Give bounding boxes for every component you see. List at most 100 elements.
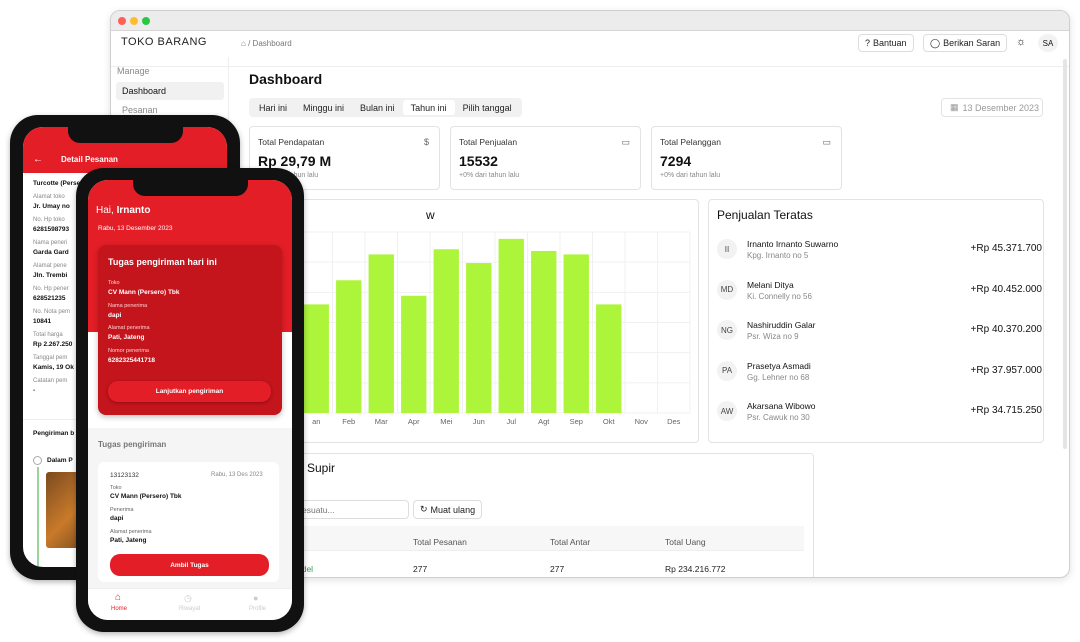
today-date: Rabu, 13 Desember 2023 <box>98 225 173 232</box>
continue-delivery-button[interactable]: Lanjutkan pengiriman <box>108 381 271 402</box>
card-icon: ▭ <box>822 137 831 147</box>
x-tick-label: Jun <box>473 417 485 426</box>
top-sales-title: Penjualan Teratas <box>717 208 813 222</box>
task-date: Rabu, 13 Des 2023 <box>211 472 263 478</box>
feedback-button[interactable]: ◯ Berikan Saran <box>923 34 1008 52</box>
home-icon[interactable]: ⌂ <box>115 592 121 603</box>
today-field-value: CV Mann (Persero) Tbk <box>108 289 180 296</box>
top-seller-row[interactable]: PA Prasetya Asmadi Gg. Lehner no 68 +Rp 37.… <box>717 360 1042 401</box>
field-value: 628521235 <box>33 295 66 302</box>
seller-avatar: AW <box>717 401 737 421</box>
driver-search-input[interactable] <box>291 500 409 519</box>
task-id: 13123132 <box>110 472 139 479</box>
nav-home[interactable]: Home <box>111 606 127 612</box>
field-label: No. Nota pem <box>33 309 71 315</box>
stat-label: Total Pendapatan <box>258 137 325 147</box>
refresh-icon: ↻ <box>420 504 428 514</box>
top-seller-row[interactable]: II Irnanto Irnanto Suwarno Kpg. Irnanto no… <box>717 239 1042 279</box>
theme-toggle-icon[interactable]: ☼ <box>1016 36 1026 48</box>
tab-bulan-ini[interactable]: Bulan ini <box>352 100 403 115</box>
phone-front: Hai, Irnanto Rabu, 13 Desember 2023 Tuga… <box>76 168 304 632</box>
avatar[interactable]: SA <box>1038 34 1058 52</box>
phone-notch <box>68 127 183 143</box>
task-field-label: Penerima <box>110 507 134 513</box>
help-label: Bantuan <box>873 38 907 48</box>
today-field-label: Toko <box>108 280 120 286</box>
scrollbar[interactable] <box>1063 59 1067 449</box>
back-arrow-icon[interactable]: ← <box>33 154 43 165</box>
seller-avatar: NG <box>717 320 737 340</box>
task-field-label: Alamat penerima <box>110 529 152 535</box>
x-tick-label: Sep <box>570 417 583 426</box>
col-total-pesanan: Total Pesanan <box>413 537 467 547</box>
field-label: No. Hp toko <box>33 217 65 223</box>
tab-tahun-ini[interactable]: Tahun ini <box>402 100 455 115</box>
user-name: Irnanto <box>116 205 151 216</box>
x-tick-label: Nov <box>635 417 649 426</box>
date-picker[interactable]: ▦ 13 Desember 2023 <box>941 98 1043 117</box>
stat-value: 15532 <box>459 153 498 169</box>
chart-bar[interactable] <box>303 304 329 413</box>
seller-amount: +Rp 40.370.200 <box>970 324 1042 335</box>
take-task-button[interactable]: Ambil Tugas <box>110 554 269 576</box>
stat-card-customers: Total Pelanggan ▭ 7294 +0% dari tahun la… <box>651 126 842 190</box>
chart-bar[interactable] <box>531 250 557 413</box>
field-value: - <box>33 387 36 394</box>
reload-button[interactable]: ↻ Muat ulang <box>413 500 483 519</box>
x-tick-label: Jul <box>506 417 516 426</box>
tab-minggu-ini[interactable]: Minggu ini <box>295 100 352 115</box>
chart-bar[interactable] <box>336 280 362 413</box>
seller-avatar: II <box>717 239 737 259</box>
nav-profile[interactable]: Profile <box>249 606 266 612</box>
x-tick-label: Apr <box>408 417 420 426</box>
top-seller-row[interactable]: AW Akarsana Wibowo Psr. Cawuk no 30 +Rp 34.… <box>717 401 1042 441</box>
overview-chart: an Feb Mar Apr Mei Jun Jul Agt Sep Okt Nov Des <box>299 231 691 426</box>
chart-bar[interactable] <box>433 249 459 413</box>
seller-amount: +Rp 45.371.700 <box>970 243 1042 254</box>
overview-card: w an Feb Mar Apr Mei Jun Jul Agt Sep Okt Nov Des <box>249 199 699 443</box>
seller-name: Melani Ditya <box>747 279 794 290</box>
field-value: Jr. Umay no <box>33 203 70 210</box>
stat-value: Rp 29,79 M <box>258 153 332 169</box>
x-tick-label: Agt <box>538 417 550 426</box>
top-seller-row[interactable]: NG Nashiruddin Galar Psr. Wiza no 9 +Rp 40.… <box>717 320 1042 360</box>
chart-bar[interactable] <box>498 238 524 413</box>
chart-bar[interactable] <box>401 295 427 413</box>
sidebar-item-dashboard[interactable]: Dashboard <box>116 82 224 100</box>
stat-sub: +0% dari tahun lalu <box>459 172 520 179</box>
minimize-window-button[interactable] <box>130 17 138 25</box>
seller-name: Irnanto Irnanto Suwarno <box>747 239 839 249</box>
home-icon[interactable]: ⌂ <box>241 39 246 48</box>
chart-bar[interactable] <box>466 263 492 413</box>
x-tick-label: Mei <box>440 417 452 426</box>
nav-history[interactable]: Riwayat <box>179 606 200 612</box>
field-label: Catatan pem <box>33 378 68 384</box>
top-seller-row[interactable]: MD Melani Ditya Ki. Connelly no 56 +Rp 40.4… <box>717 279 1042 320</box>
reload-label: Muat ulang <box>430 504 476 515</box>
history-icon[interactable]: ◷ <box>184 593 192 604</box>
tab-hari-ini[interactable]: Hari ini <box>251 100 295 115</box>
seller-name: Akarsana Wibowo <box>747 401 816 411</box>
shipping-title: Pengiriman b <box>33 430 75 437</box>
today-field-label: Nomor penerima <box>108 347 149 354</box>
close-window-button[interactable] <box>118 17 126 25</box>
seller-avatar: MD <box>717 279 737 300</box>
chat-icon: ◯ <box>930 37 941 48</box>
profile-icon[interactable]: ● <box>253 593 258 603</box>
period-tabs: Hari ini Minggu ini Bulan ini Tahun ini … <box>249 98 522 117</box>
tab-pilih-tanggal[interactable]: Pilih tanggal <box>455 100 520 115</box>
chart-bar[interactable] <box>368 254 394 413</box>
breadcrumb-separator: / <box>248 39 251 48</box>
dollar-icon: $ <box>423 137 429 147</box>
seller-name: Nashiruddin Galar <box>747 320 816 330</box>
chart-bar[interactable] <box>563 254 589 413</box>
chart-bar[interactable] <box>596 304 622 413</box>
field-value: 6281598793 <box>33 226 70 233</box>
maximize-window-button[interactable] <box>142 17 150 25</box>
x-tick-label: Feb <box>342 417 355 426</box>
greeting-text: Hai, <box>96 205 117 216</box>
phone-front-screen: Hai, Irnanto Rabu, 13 Desember 2023 Tuga… <box>88 180 292 620</box>
help-button[interactable]: ? Bantuan <box>858 34 914 52</box>
task-field-label: Toko <box>110 485 122 491</box>
seller-address: Psr. Cawuk no 30 <box>747 413 810 422</box>
